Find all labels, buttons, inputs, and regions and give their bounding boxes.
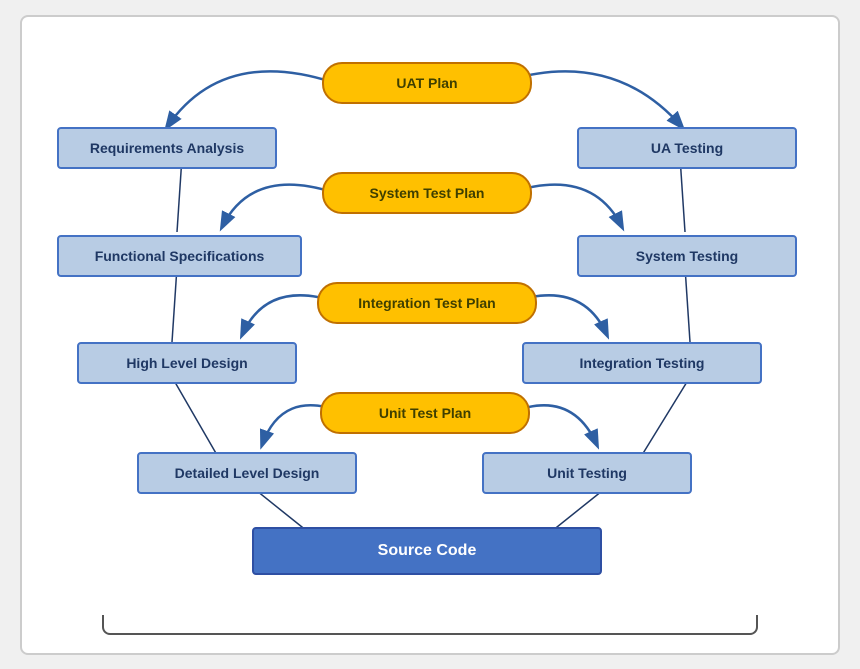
source-code-label: Source Code [378, 542, 477, 560]
unit-testing-box: Unit Testing [482, 452, 692, 494]
unit-testing-label: Unit Testing [547, 465, 627, 481]
system-testing-label: System Testing [636, 248, 738, 264]
unit-test-plan-box: Unit Test Plan [320, 392, 530, 434]
uat-plan-box: UAT Plan [322, 62, 532, 104]
unit-test-plan-label: Unit Test Plan [379, 405, 471, 421]
integration-testing-label: Integration Testing [580, 355, 705, 371]
requirements-analysis-label: Requirements Analysis [90, 140, 244, 156]
functional-specs-box: Functional Specifications [57, 235, 302, 277]
functional-specs-label: Functional Specifications [95, 248, 265, 264]
integration-testing-box: Integration Testing [522, 342, 762, 384]
system-test-plan-box: System Test Plan [322, 172, 532, 214]
bottom-brace [102, 615, 758, 635]
high-level-design-box: High Level Design [77, 342, 297, 384]
integration-test-plan-label: Integration Test Plan [358, 295, 495, 311]
diagram-container: UAT Plan Requirements Analysis UA Testin… [20, 15, 840, 655]
system-test-plan-label: System Test Plan [370, 185, 485, 201]
detailed-level-design-label: Detailed Level Design [175, 465, 320, 481]
ua-testing-box: UA Testing [577, 127, 797, 169]
requirements-analysis-box: Requirements Analysis [57, 127, 277, 169]
source-code-box: Source Code [252, 527, 602, 575]
integration-test-plan-box: Integration Test Plan [317, 282, 537, 324]
ua-testing-label: UA Testing [651, 140, 723, 156]
high-level-design-label: High Level Design [126, 355, 247, 371]
system-testing-box: System Testing [577, 235, 797, 277]
uat-plan-label: UAT Plan [396, 75, 457, 91]
detailed-level-design-box: Detailed Level Design [137, 452, 357, 494]
